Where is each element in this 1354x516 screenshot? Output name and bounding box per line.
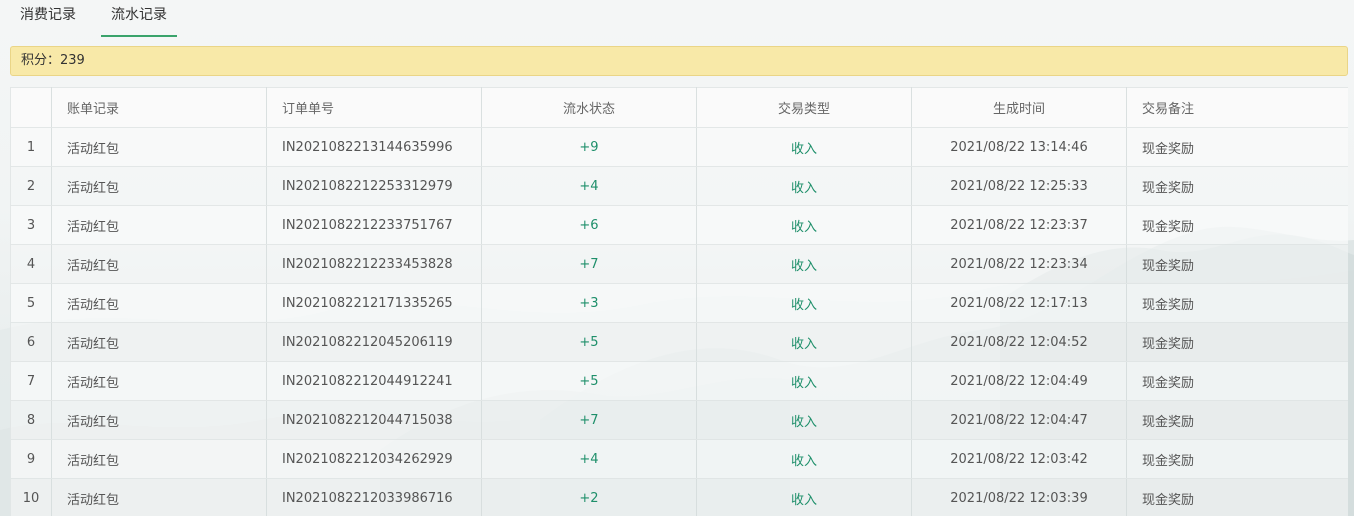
table-row: 9 活动红包 IN2021082212034262929 +4 收入 2021/… <box>10 439 1348 479</box>
table-row: 2 活动红包 IN2021082212253312979 +4 收入 2021/… <box>10 166 1348 206</box>
points-value: 239 <box>60 53 85 68</box>
header-transaction-note: 交易备注 <box>1126 87 1348 128</box>
row-note: 现金奖励 <box>1126 439 1348 479</box>
header-created-time: 生成时间 <box>911 87 1127 128</box>
row-time: 2021/08/22 12:04:47 <box>911 400 1127 440</box>
header-transaction-type: 交易类型 <box>696 87 912 128</box>
row-type: 收入 <box>696 127 912 167</box>
row-time: 2021/08/22 12:03:39 <box>911 478 1127 516</box>
row-type: 收入 <box>696 322 912 362</box>
row-change: +4 <box>481 166 697 206</box>
row-order-number: IN2021082213144635996 <box>266 127 482 167</box>
row-index: 9 <box>10 439 52 479</box>
row-note: 现金奖励 <box>1126 400 1348 440</box>
tab-bar: 消费记录 流水记录 <box>10 0 192 37</box>
row-time: 2021/08/22 13:14:46 <box>911 127 1127 167</box>
row-change: +2 <box>481 478 697 516</box>
row-type: 收入 <box>696 283 912 323</box>
row-note: 现金奖励 <box>1126 166 1348 206</box>
row-type: 收入 <box>696 205 912 245</box>
row-change: +7 <box>481 400 697 440</box>
row-index: 5 <box>10 283 52 323</box>
row-order-number: IN2021082212044715038 <box>266 400 482 440</box>
header-order-number: 订单单号 <box>266 87 482 128</box>
row-note: 现金奖励 <box>1126 361 1348 401</box>
row-type: 收入 <box>696 439 912 479</box>
row-change: +5 <box>481 361 697 401</box>
row-change: +3 <box>481 283 697 323</box>
row-index: 3 <box>10 205 52 245</box>
table-row: 10 活动红包 IN2021082212033986716 +2 收入 2021… <box>10 478 1348 516</box>
tab-flow-records[interactable]: 流水记录 <box>101 0 177 37</box>
row-record: 活动红包 <box>51 244 267 284</box>
header-flow-status: 流水状态 <box>481 87 697 128</box>
table-header-row: 账单记录 订单单号 流水状态 交易类型 生成时间 交易备注 <box>10 87 1348 128</box>
row-order-number: IN2021082212045206119 <box>266 322 482 362</box>
row-index: 4 <box>10 244 52 284</box>
row-note: 现金奖励 <box>1126 127 1348 167</box>
table-row: 4 活动红包 IN2021082212233453828 +7 收入 2021/… <box>10 244 1348 284</box>
points-label: 积分： <box>21 53 61 68</box>
table-row: 5 活动红包 IN2021082212171335265 +3 收入 2021/… <box>10 283 1348 323</box>
table-row: 1 活动红包 IN2021082213144635996 +9 收入 2021/… <box>10 127 1348 167</box>
row-note: 现金奖励 <box>1126 283 1348 323</box>
row-index: 6 <box>10 322 52 362</box>
row-record: 活动红包 <box>51 322 267 362</box>
table-row: 6 活动红包 IN2021082212045206119 +5 收入 2021/… <box>10 322 1348 362</box>
table-row: 7 活动红包 IN2021082212044912241 +5 收入 2021/… <box>10 361 1348 401</box>
row-change: +4 <box>481 439 697 479</box>
row-record: 活动红包 <box>51 166 267 206</box>
header-index <box>10 87 52 128</box>
row-record: 活动红包 <box>51 400 267 440</box>
records-table: 账单记录 订单单号 流水状态 交易类型 生成时间 交易备注 1 活动红包 IN2… <box>10 87 1348 516</box>
row-index: 2 <box>10 166 52 206</box>
row-time: 2021/08/22 12:23:37 <box>911 205 1127 245</box>
row-time: 2021/08/22 12:23:34 <box>911 244 1127 284</box>
row-record: 活动红包 <box>51 439 267 479</box>
row-index: 7 <box>10 361 52 401</box>
row-type: 收入 <box>696 166 912 206</box>
table-row: 3 活动红包 IN2021082212233751767 +6 收入 2021/… <box>10 205 1348 245</box>
row-change: +9 <box>481 127 697 167</box>
row-order-number: IN2021082212253312979 <box>266 166 482 206</box>
row-record: 活动红包 <box>51 205 267 245</box>
row-type: 收入 <box>696 361 912 401</box>
row-index: 10 <box>10 478 52 516</box>
row-time: 2021/08/22 12:03:42 <box>911 439 1127 479</box>
row-change: +6 <box>481 205 697 245</box>
records-table-container: 账单记录 订单单号 流水状态 交易类型 生成时间 交易备注 1 活动红包 IN2… <box>10 87 1348 516</box>
row-type: 收入 <box>696 478 912 516</box>
table-row: 8 活动红包 IN2021082212044715038 +7 收入 2021/… <box>10 400 1348 440</box>
row-type: 收入 <box>696 400 912 440</box>
row-order-number: IN2021082212034262929 <box>266 439 482 479</box>
row-change: +5 <box>481 322 697 362</box>
row-order-number: IN2021082212233453828 <box>266 244 482 284</box>
row-change: +7 <box>481 244 697 284</box>
row-order-number: IN2021082212044912241 <box>266 361 482 401</box>
row-note: 现金奖励 <box>1126 478 1348 516</box>
tab-consumption-records[interactable]: 消费记录 <box>10 0 86 37</box>
row-type: 收入 <box>696 244 912 284</box>
row-record: 活动红包 <box>51 283 267 323</box>
header-bill-record: 账单记录 <box>51 87 267 128</box>
row-note: 现金奖励 <box>1126 244 1348 284</box>
row-order-number: IN2021082212233751767 <box>266 205 482 245</box>
row-record: 活动红包 <box>51 127 267 167</box>
row-order-number: IN2021082212033986716 <box>266 478 482 516</box>
row-index: 8 <box>10 400 52 440</box>
row-record: 活动红包 <box>51 361 267 401</box>
row-note: 现金奖励 <box>1126 322 1348 362</box>
row-time: 2021/08/22 12:25:33 <box>911 166 1127 206</box>
row-time: 2021/08/22 12:04:52 <box>911 322 1127 362</box>
row-time: 2021/08/22 12:04:49 <box>911 361 1127 401</box>
row-record: 活动红包 <box>51 478 267 516</box>
row-index: 1 <box>10 127 52 167</box>
row-order-number: IN2021082212171335265 <box>266 283 482 323</box>
row-time: 2021/08/22 12:17:13 <box>911 283 1127 323</box>
row-note: 现金奖励 <box>1126 205 1348 245</box>
points-bar: 积分：239 <box>10 46 1348 76</box>
